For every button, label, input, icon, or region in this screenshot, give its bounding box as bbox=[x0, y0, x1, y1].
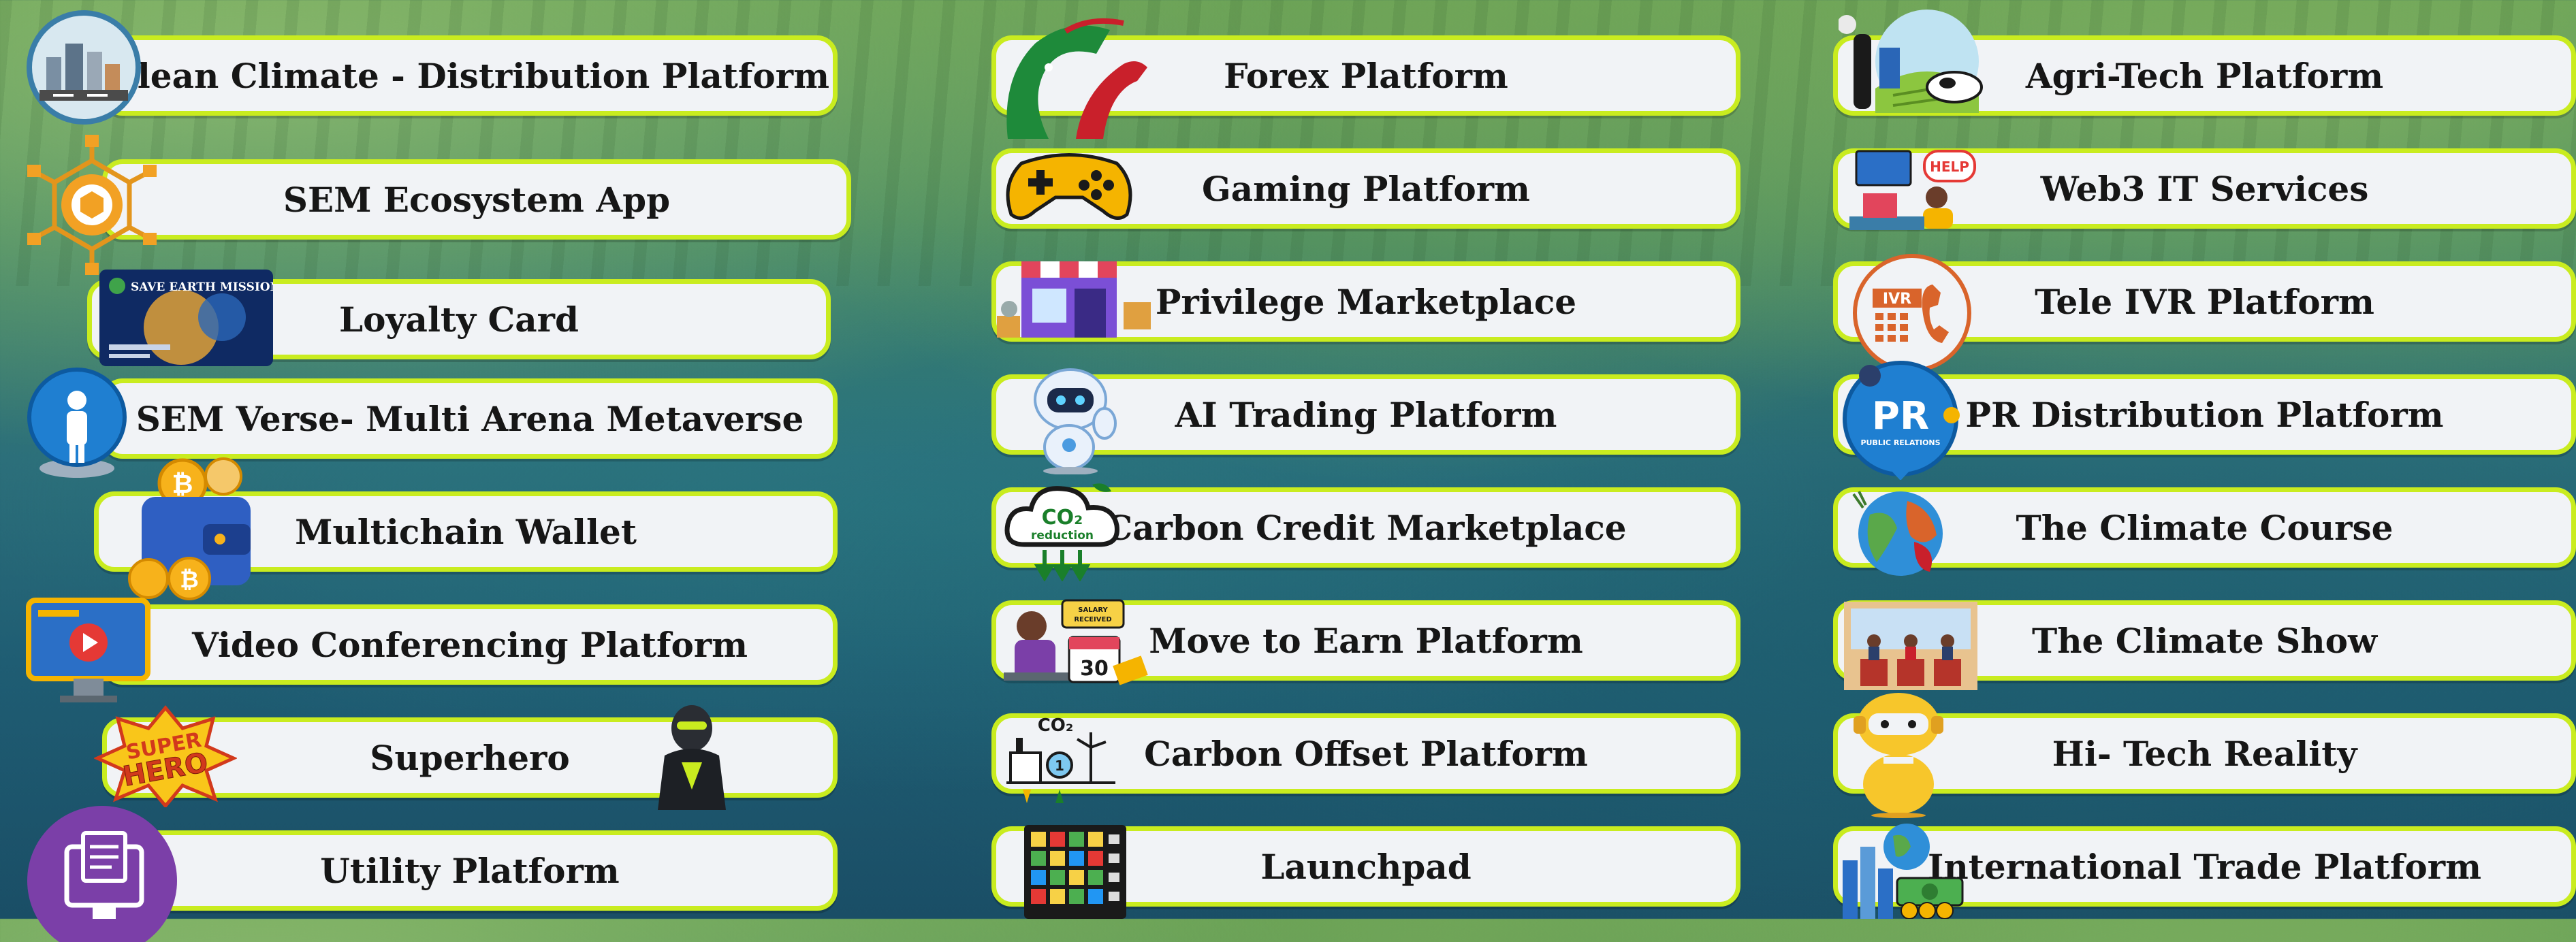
crypto-wallet-icon: ₿ ₿ bbox=[128, 457, 251, 600]
platform-label: Gaming Platform bbox=[1202, 168, 1530, 209]
svg-text:HELP: HELP bbox=[1930, 159, 1969, 175]
platform-label: Move to Earn Platform bbox=[1149, 620, 1583, 661]
platform-label: SEM Verse- Multi Arena Metaverse bbox=[136, 398, 804, 439]
gamepad-icon bbox=[1006, 153, 1132, 220]
svg-text:reduction: reduction bbox=[1031, 529, 1094, 542]
help-desk-icon: HELP bbox=[1849, 150, 1976, 230]
svg-text:CO₂: CO₂ bbox=[1038, 715, 1074, 736]
platform-button-sem-verse[interactable]: SEM Verse- Multi Arena Metaverse bbox=[102, 378, 838, 459]
platform-button-clean-climate[interactable]: Clean Climate - Distribution Platform bbox=[102, 35, 838, 116]
robot-icon bbox=[1034, 368, 1117, 474]
storefront-icon bbox=[997, 261, 1151, 338]
utility-document-icon bbox=[27, 806, 177, 942]
yellow-robot-icon bbox=[1854, 693, 1943, 818]
co2-factory-icon: CO₂ 1 bbox=[1006, 715, 1115, 803]
pr-badge-icon: PR PUBLIC RELATIONS bbox=[1843, 361, 1960, 480]
platform-label: The Climate Course bbox=[2016, 507, 2394, 548]
svg-text:30: 30 bbox=[1080, 657, 1109, 681]
card-title-text: SAVE EARTH MISSION bbox=[131, 280, 273, 294]
svg-text:IVR: IVR bbox=[1883, 291, 1911, 308]
platform-label: Web3 IT Services bbox=[2040, 168, 2369, 209]
platform-label: Launchpad bbox=[1260, 846, 1472, 887]
platform-label: International Trade Platform bbox=[1927, 846, 2481, 887]
bull-bear-icon bbox=[1006, 18, 1147, 140]
svg-text:PUBLIC RELATIONS: PUBLIC RELATIONS bbox=[1860, 438, 1940, 447]
platform-label: Hi- Tech Reality bbox=[2052, 733, 2357, 774]
platform-label: The Climate Show bbox=[2031, 620, 2378, 661]
platform-label: Carbon Credit Marketplace bbox=[1105, 507, 1627, 548]
farm-cow-icon bbox=[1839, 10, 1983, 113]
save-earth-card-icon: SAVE EARTH MISSION bbox=[99, 270, 273, 366]
platform-button-utility[interactable]: Utility Platform bbox=[102, 830, 838, 911]
platform-label: PR Distribution Platform bbox=[1965, 394, 2444, 435]
salary-calendar-icon: SALARY RECEIVED 30 bbox=[1004, 599, 1148, 685]
platform-label: Forex Platform bbox=[1224, 55, 1508, 96]
svg-text:SALARY: SALARY bbox=[1078, 606, 1108, 614]
platform-label: Tele IVR Platform bbox=[2035, 281, 2374, 322]
svg-text:CO₂: CO₂ bbox=[1042, 506, 1083, 530]
svg-text:PR: PR bbox=[1872, 394, 1929, 438]
co2-cloud-icon: CO₂ reduction bbox=[1004, 483, 1119, 581]
superhero-badge-icon: SUPER HERO bbox=[94, 705, 237, 807]
platform-label: Superhero bbox=[370, 737, 570, 778]
platform-label: SEM Ecosystem App bbox=[283, 179, 671, 220]
svg-text:1: 1 bbox=[1055, 758, 1064, 774]
tv-studio-icon bbox=[1844, 602, 1977, 690]
earth-head-icon bbox=[1852, 491, 1943, 576]
trade-globe-money-icon bbox=[1843, 824, 1964, 919]
platform-label: Multichain Wallet bbox=[295, 511, 637, 552]
launchpad-grid-icon bbox=[1024, 825, 1126, 919]
platform-button-video-conferencing[interactable]: Video Conferencing Platform bbox=[102, 604, 838, 685]
blockchain-hexagon-icon bbox=[27, 135, 157, 275]
platform-label: Video Conferencing Platform bbox=[191, 624, 748, 665]
platform-label: AI Trading Platform bbox=[1175, 394, 1557, 435]
platform-label: Carbon Offset Platform bbox=[1144, 733, 1588, 774]
metaverse-avatar-icon bbox=[27, 368, 127, 478]
armored-hero-figure-icon bbox=[658, 705, 726, 810]
svg-text:RECEIVED: RECEIVED bbox=[1074, 616, 1111, 623]
platform-label: Privilege Marketplace bbox=[1155, 281, 1577, 322]
city-globe-icon bbox=[27, 10, 141, 125]
ivr-phone-icon: IVR bbox=[1853, 254, 1971, 372]
video-monitor-icon bbox=[26, 598, 150, 702]
platform-label: Utility Platform bbox=[320, 850, 620, 891]
svg-text:₿: ₿ bbox=[180, 566, 199, 594]
platform-label: Clean Climate - Distribution Platform bbox=[110, 55, 829, 96]
svg-text:₿: ₿ bbox=[172, 469, 193, 499]
platform-label: Agri-Tech Platform bbox=[2025, 55, 2384, 96]
platform-label: Loyalty Card bbox=[338, 299, 579, 340]
platform-button-sem-ecosystem[interactable]: SEM Ecosystem App bbox=[102, 159, 851, 240]
